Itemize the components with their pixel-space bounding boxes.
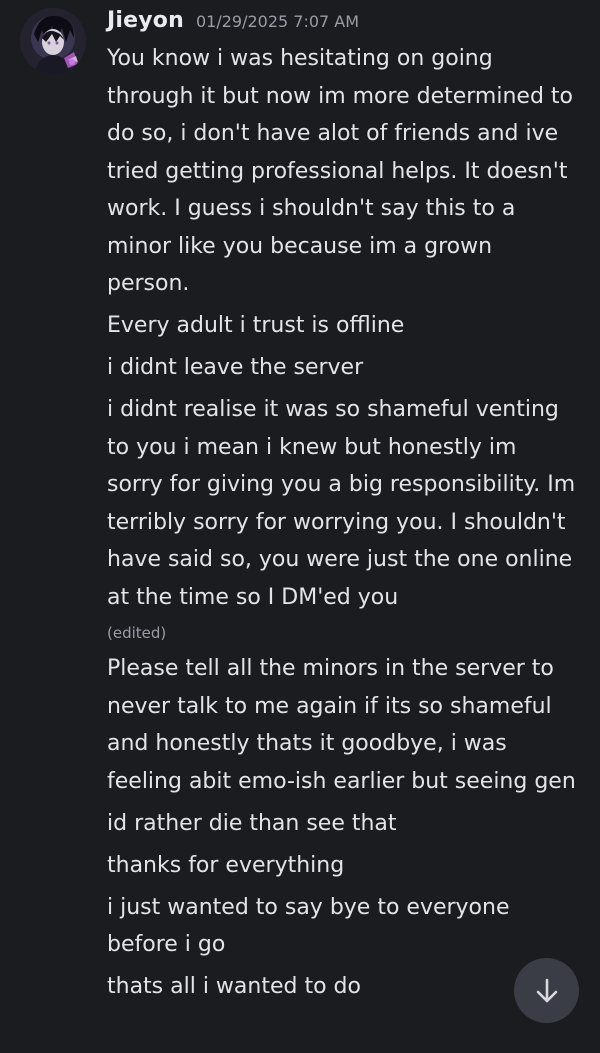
message-text: thats all i wanted to do (107, 974, 361, 999)
message-text: thanks for everything (107, 852, 345, 878)
message-body: i didnt realise it was so shameful venti… (107, 397, 576, 610)
message-header: Jieyon 01/29/2025 7:07 AM (107, 8, 359, 36)
username[interactable]: Jieyon (107, 8, 184, 33)
timestamp: 01/29/2025 7:07 AM (195, 12, 360, 31)
message-text: You know i was hesitating on going throu… (107, 46, 573, 296)
message-text: i didnt realise it was so shameful venti… (107, 391, 577, 644)
message-text: Every adult i trust is offline (107, 313, 405, 338)
avatar-image (20, 8, 86, 74)
message-text: i just wanted to say bye to everyone bef… (107, 894, 510, 958)
message-text: i didnt leave the server (107, 355, 364, 380)
message-text: Please tell all the minors in the server… (107, 656, 576, 794)
edited-label: (edited) (107, 624, 167, 642)
message-text: id rather die than see that (107, 810, 397, 836)
arrow-down-icon (536, 978, 557, 1002)
jump-to-bottom-button[interactable] (514, 958, 579, 1023)
message-list: You know i was hesitating on going throu… (107, 40, 577, 1006)
avatar[interactable] (20, 8, 86, 74)
